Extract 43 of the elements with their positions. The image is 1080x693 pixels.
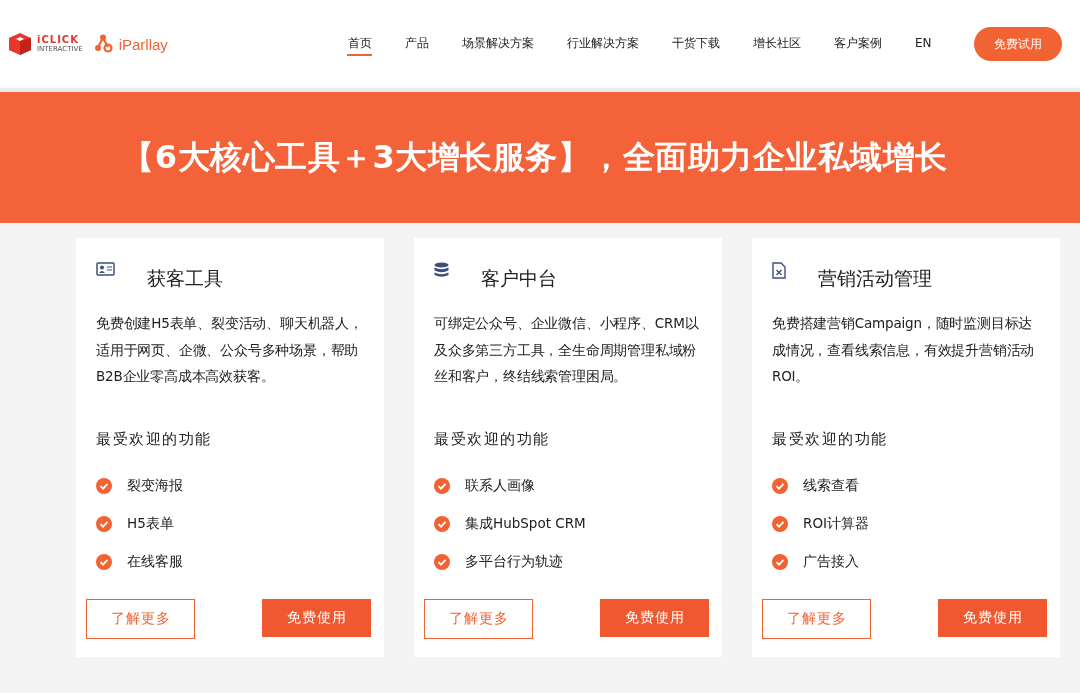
spreadsheet-file-icon (772, 262, 786, 279)
features-heading: 最受欢迎的功能 (772, 430, 889, 449)
feature-label: 广告接入 (803, 553, 859, 571)
molecule-logo-icon (92, 33, 115, 55)
card-description: 可绑定公众号、企业微信、小程序、CRM以及众多第三方工具，全生命周期管理私域粉丝和客户，终结线索管理困局。 (434, 314, 700, 386)
cube-logo-icon (7, 31, 33, 57)
nav-link[interactable]: 场景解决方案 (445, 0, 551, 88)
logo-text: iParllay (118, 35, 168, 53)
feature-label: 多平台行为轨迹 (465, 553, 563, 571)
card-title: 营销活动管理 (818, 266, 932, 291)
banner-title: 【6大核心工具＋3大增长服务】，全面助力企业私域增长 (122, 136, 949, 178)
card-title: 获客工具 (147, 266, 223, 291)
check-circle-icon (434, 516, 450, 532)
nav-link[interactable]: 干货下载 (655, 0, 737, 88)
id-card-icon (96, 262, 115, 276)
nav-link[interactable]: 客户案例 (817, 0, 899, 88)
feature-label: H5表单 (127, 515, 174, 533)
nav-link[interactable]: 增长社区 (736, 0, 818, 88)
check-circle-icon (96, 516, 112, 532)
feature-label: 裂变海报 (127, 477, 183, 495)
features-heading: 最受欢迎的功能 (434, 430, 551, 449)
check-circle-icon (96, 478, 112, 494)
check-circle-icon (96, 554, 112, 570)
check-circle-icon (434, 554, 450, 570)
database-icon (434, 262, 449, 278)
check-circle-icon (772, 478, 788, 494)
check-circle-icon (434, 478, 450, 494)
feature-label: 集成HubSpot CRM (465, 515, 586, 533)
feature-label: 线索查看 (803, 477, 859, 495)
card-title: 客户中台 (481, 266, 557, 291)
card-description: 免费搭建营销Campaign，随时监测目标达成情况，查看线索信息，有效提升营销活动ROI。 (772, 314, 1036, 386)
nav-link[interactable]: 产品 (388, 0, 446, 88)
feature-label: 联系人画像 (465, 477, 535, 495)
nav-link[interactable]: 首页 (331, 0, 389, 88)
features-heading: 最受欢迎的功能 (96, 430, 213, 449)
feature-label: 在线客服 (127, 553, 183, 571)
nav-link[interactable]: EN (898, 0, 948, 88)
logo-text: iCLICK (37, 35, 80, 45)
check-circle-icon (772, 554, 788, 570)
check-circle-icon (772, 516, 788, 532)
nav-link[interactable]: 行业解决方案 (550, 0, 656, 88)
card-description: 免费创建H5表单、裂变活动、聊天机器人，适用于网页、企微、公众号多种场景，帮助B2B企业零高成本高效获客。 (96, 314, 364, 386)
feature-label: ROI计算器 (803, 515, 869, 533)
